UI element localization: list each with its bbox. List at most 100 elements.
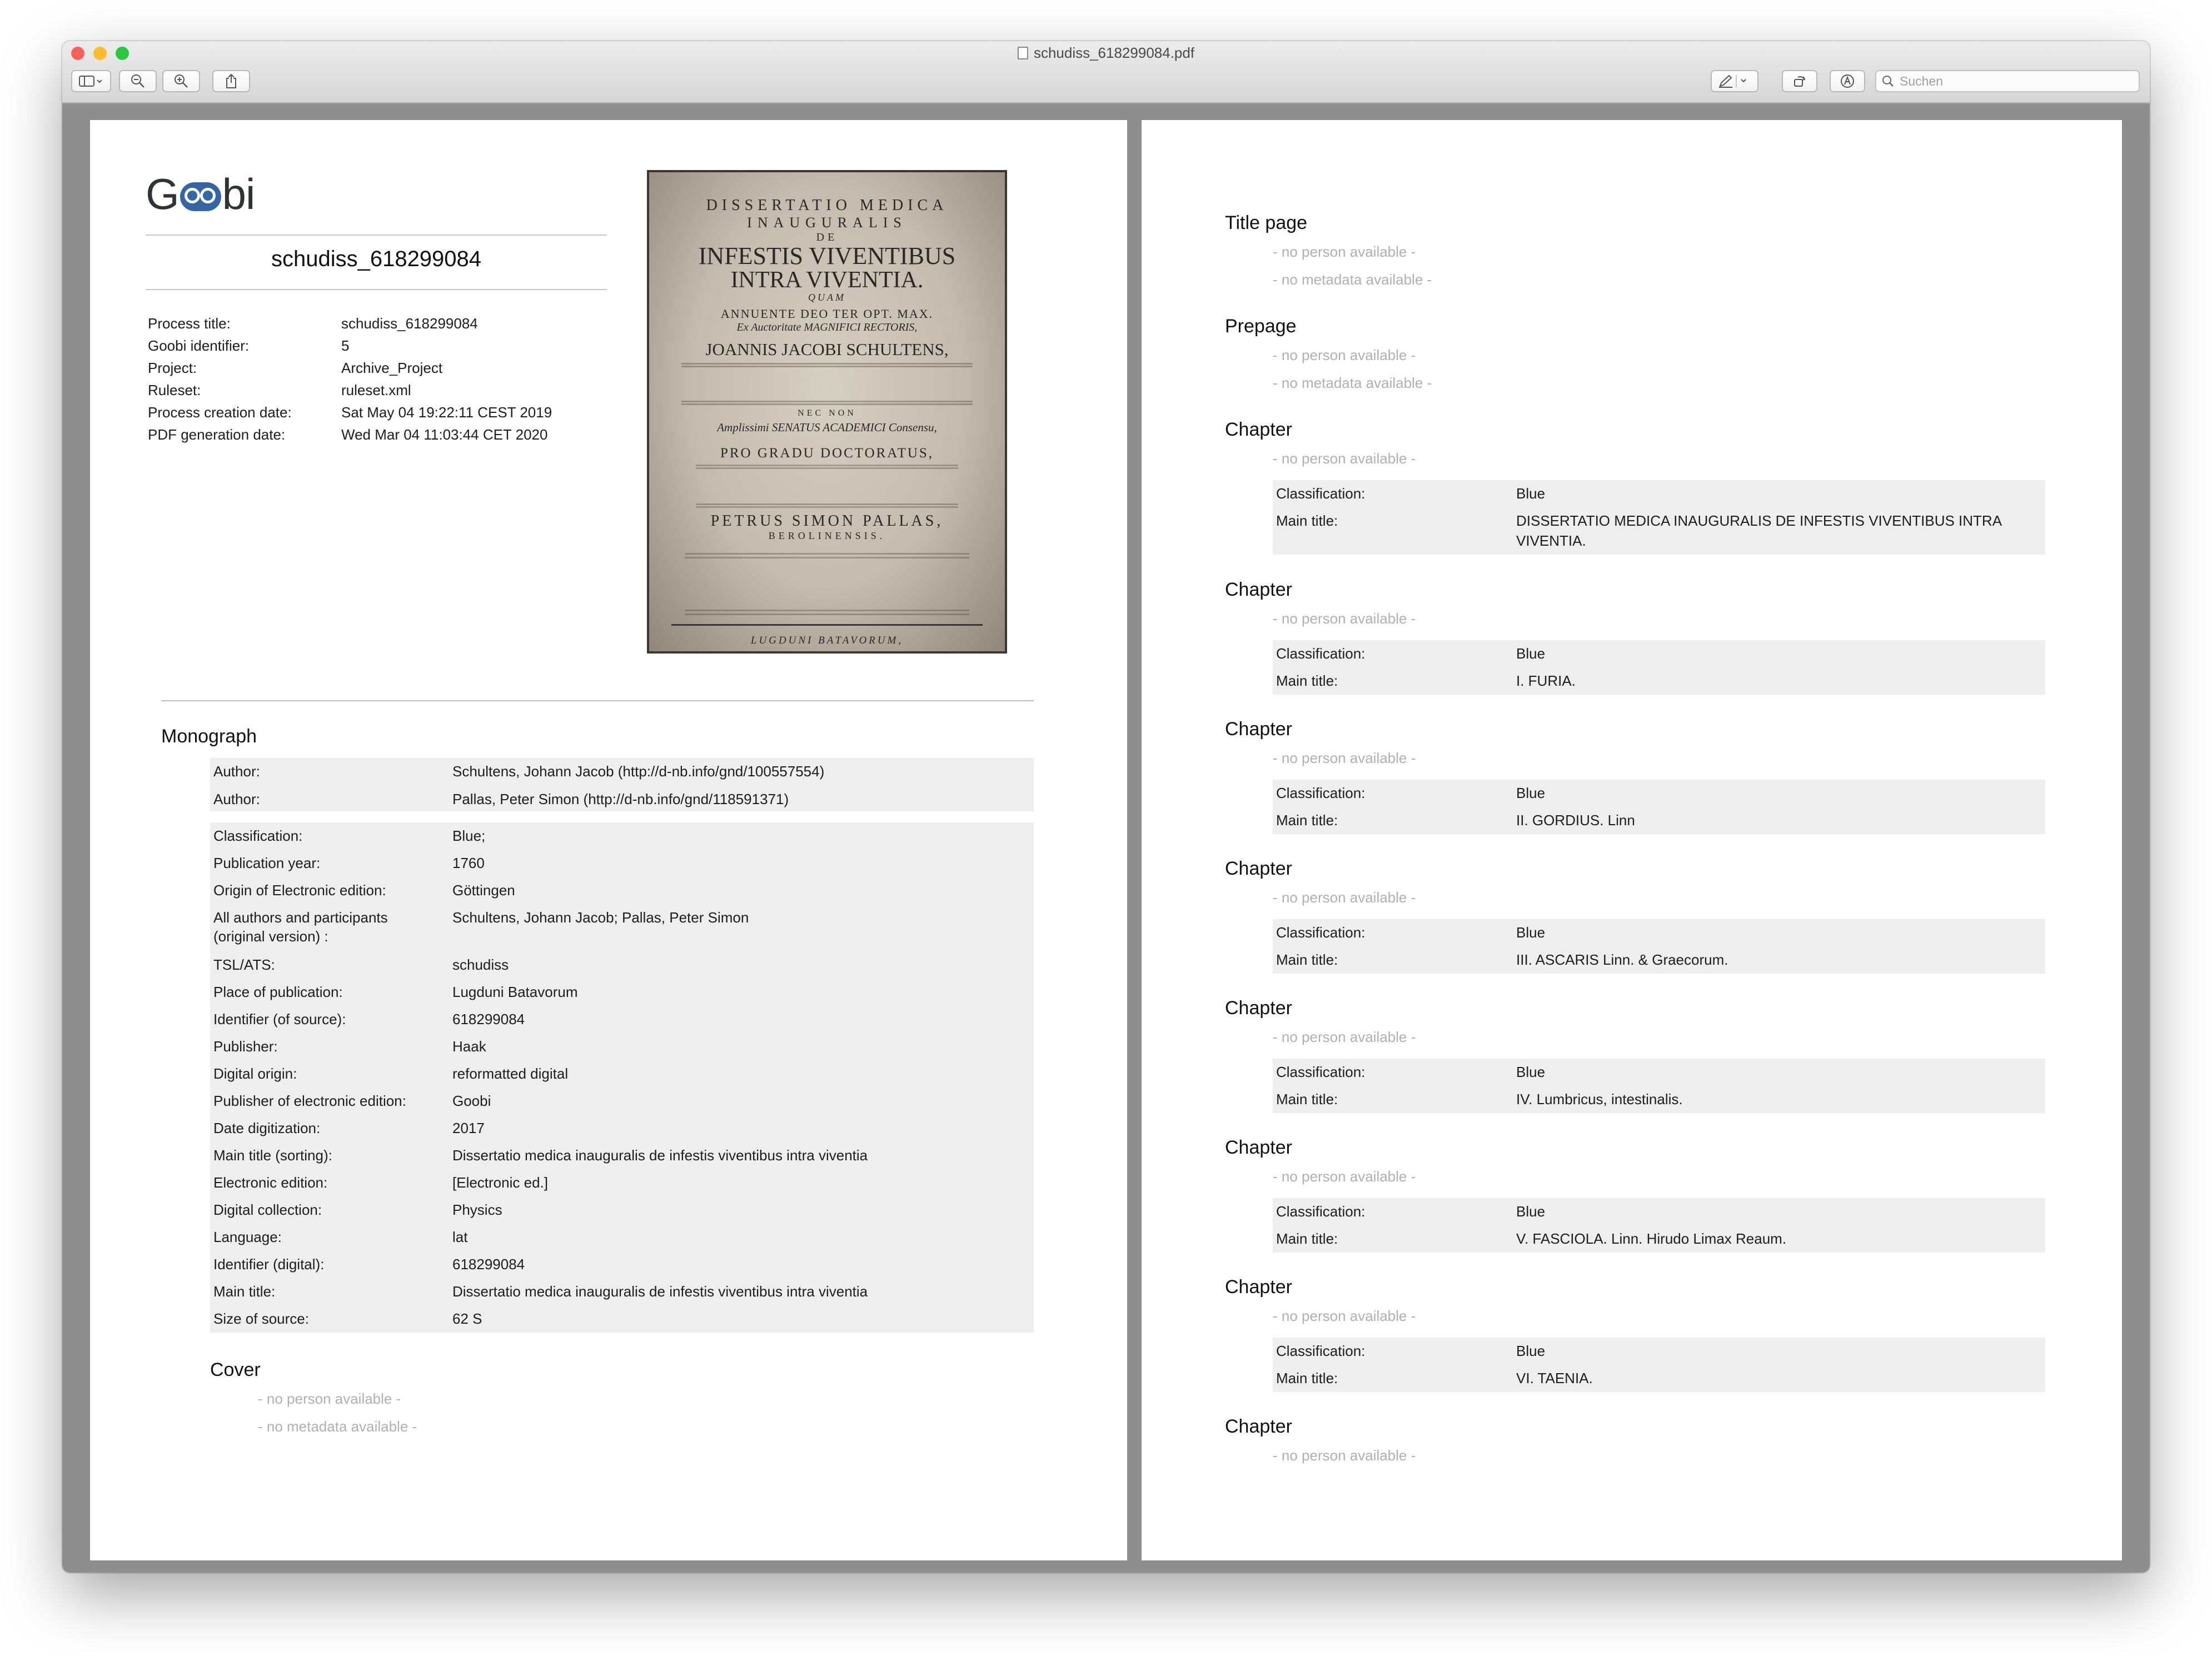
metadata-label: Classification:: [1276, 924, 1366, 941]
metadata-value: Goobi: [452, 1093, 491, 1109]
metadata-value: Göttingen: [452, 882, 515, 899]
metadata-value: Blue: [1516, 924, 1546, 941]
search-input[interactable]: [1899, 73, 2123, 89]
info-label: PDF generation date:: [148, 426, 286, 443]
no-person-text: - no person available -: [1273, 1168, 1416, 1185]
info-value: 5: [341, 337, 350, 354]
no-person-text: - no person available -: [1273, 450, 1416, 467]
metadata-value: II. GORDIUS. Linn: [1516, 812, 1635, 829]
chapter-metadata-table: Classification: Blue Main title: II. GORDI…: [1273, 780, 2045, 834]
metadata-value: 618299084: [452, 1256, 525, 1273]
metadata-label: Main title:: [1276, 1370, 1338, 1386]
info-label: Ruleset:: [148, 382, 201, 398]
no-person-text: - no person available -: [258, 1390, 401, 1407]
image-text-line: NEC NON: [798, 408, 856, 418]
metadata-label: Publisher:: [213, 1038, 278, 1055]
info-value: Sat May 04 19:22:11 CEST 2019: [341, 404, 552, 421]
person-value: Schultens, Johann Jacob (http://d-nb.inf…: [452, 763, 825, 780]
metadata-value: Blue: [1516, 485, 1546, 502]
preview-window: schudiss_618299084.pdf Gbi schud: [62, 41, 2150, 1573]
search-icon: [1882, 76, 1894, 87]
metadata-value: Blue: [1516, 645, 1546, 662]
image-text-line: INFESTIS VIVENTIBUS: [698, 242, 956, 270]
image-rule: [671, 624, 983, 626]
section-heading: Chapter: [1225, 997, 1292, 1019]
annotate-button[interactable]: [1830, 70, 1865, 92]
chapter-metadata-table: Classification: Blue Main title: V. FASCIO…: [1273, 1198, 2045, 1253]
logo-letters-bi: bi: [222, 169, 256, 218]
metadata-label: Size of source:: [213, 1310, 309, 1327]
image-text-line: Amplissimi SENATUS ACADEMICI Consensu,: [717, 421, 937, 434]
metadata-label: Main title:: [1276, 1230, 1338, 1247]
no-person-text: - no person available -: [1273, 243, 1416, 260]
metadata-value-line2: VIVENTIA.: [1516, 532, 1586, 549]
image-text-line: INTRA VIVENTIA.: [730, 267, 924, 293]
metadata-label: Classification:: [1276, 1203, 1366, 1220]
zoom-out-button[interactable]: [119, 70, 157, 92]
goobi-logo: Gbi: [146, 169, 255, 220]
metadata-label: Main title (sorting):: [213, 1147, 332, 1164]
metadata-label: Main title:: [1276, 951, 1338, 968]
section-heading: Chapter: [1225, 1137, 1292, 1158]
title-page-image: DISSERTATIO MEDICA INAUGURALIS DE INFEST…: [647, 170, 1007, 654]
metadata-label: All authors and participants: [213, 909, 388, 926]
image-text-line: ANNUENTE DEO TER OPT. MAX.: [720, 307, 934, 321]
zoom-in-button[interactable]: [162, 70, 200, 92]
image-small-print: [685, 553, 969, 615]
titlebar: schudiss_618299084.pdf: [62, 41, 2150, 103]
no-metadata-text: - no metadata available -: [1273, 375, 1432, 391]
section-heading: Chapter: [1225, 858, 1292, 879]
metadata-value: 2017: [452, 1120, 485, 1136]
metadata-label: Classification:: [1276, 645, 1366, 662]
metadata-label: Classification:: [1276, 1343, 1366, 1359]
no-person-text: - no person available -: [1273, 750, 1416, 766]
search-field[interactable]: [1875, 70, 2140, 92]
image-text-line: QUAM: [808, 292, 846, 303]
no-person-text: - no person available -: [1273, 610, 1416, 627]
sidebar-icon: [79, 76, 102, 87]
metadata-value: Haak: [452, 1038, 486, 1055]
info-label: Process creation date:: [148, 404, 292, 421]
pdf-page-1: Gbi schudiss_618299084 Process title: sch…: [90, 120, 1127, 1560]
no-metadata-text: - no metadata available -: [1273, 271, 1432, 288]
section-heading: Prepage: [1225, 316, 1297, 337]
metadata-label: Classification:: [1276, 485, 1366, 502]
section-heading: Chapter: [1225, 719, 1292, 740]
sidebar-toggle-button[interactable]: [71, 70, 111, 92]
rotate-button[interactable]: [1782, 70, 1817, 92]
image-text-line: INAUGURALIS: [747, 215, 907, 231]
image-text-line: PRO GRADU DOCTORATUS,: [720, 446, 934, 461]
markup-icon: [1841, 74, 1854, 88]
metadata-label: Digital collection:: [213, 1201, 322, 1218]
no-person-text: - no person available -: [1273, 1029, 1416, 1045]
zoom-in-icon: [175, 74, 188, 88]
metadata-label: Origin of Electronic edition:: [213, 882, 386, 899]
metadata-value: DISSERTATIO MEDICA INAUGURALIS DE INFEST…: [1516, 512, 2002, 529]
pdf-page-2: Title page - no person available - - no …: [1142, 120, 2122, 1560]
pen-icon: [1719, 74, 1746, 88]
metadata-value: Schultens, Johann Jacob; Pallas, Peter S…: [452, 909, 749, 926]
person-label: Author:: [213, 791, 260, 807]
metadata-value: 1760: [452, 855, 485, 871]
image-text-line: Ex Auctoritate MAGNIFICI RECTORIS,: [736, 321, 918, 333]
image-small-print: [696, 465, 958, 508]
share-button[interactable]: [212, 70, 250, 92]
metadata-label: Classification:: [1276, 1064, 1366, 1080]
metadata-label: Main title:: [1276, 1091, 1338, 1108]
section-heading: Chapter: [1225, 579, 1292, 600]
metadata-label-line2: (original version) :: [213, 928, 328, 945]
metadata-label: Identifier (digital):: [213, 1256, 325, 1273]
metadata-value: Blue: [1516, 1203, 1546, 1220]
metadata-value: lat: [452, 1229, 468, 1245]
info-label: Goobi identifier:: [148, 337, 250, 354]
divider: [161, 700, 1034, 701]
metadata-value: schudiss: [452, 956, 509, 973]
metadata-label: Identifier (of source):: [213, 1011, 346, 1027]
metadata-value: I. FURIA.: [1516, 672, 1576, 689]
info-value: schudiss_618299084: [341, 315, 478, 332]
rotate-icon: [1794, 76, 1806, 87]
markup-pen-button[interactable]: [1711, 70, 1758, 92]
chapter-metadata-table: Classification: Blue Main title: III. ASCA…: [1273, 919, 2045, 974]
metadata-label: Date digitization:: [213, 1120, 321, 1136]
infinity-logo-icon: [180, 182, 221, 211]
